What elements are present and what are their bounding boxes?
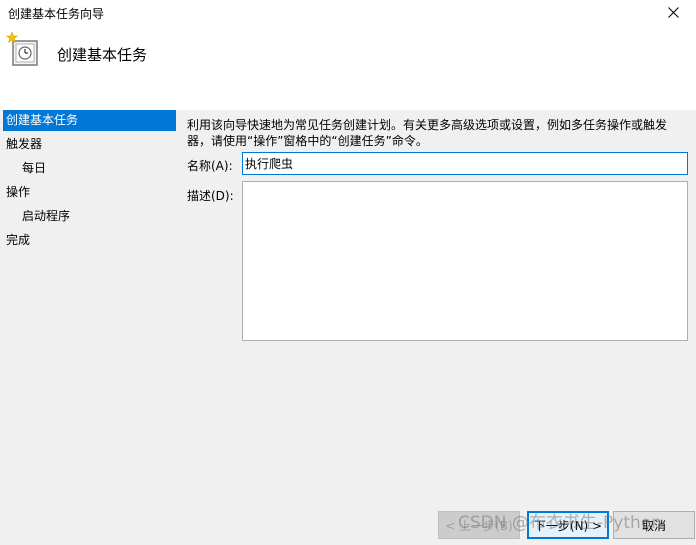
wizard-content-pane: 利用该向导快速地为常见任务创建计划。有关更多高级选项或设置，例如多任务操作或触发… [177,110,696,510]
name-label: 名称(A): [187,159,233,173]
close-icon [667,7,679,18]
wizard-header: 创建基本任务 [0,25,696,110]
wizard-description: 利用该向导快速地为常见任务创建计划。有关更多高级选项或设置，例如多任务操作或触发… [187,118,668,148]
title-bar: 创建基本任务向导 [0,0,696,25]
nav-item-action[interactable]: 操作 [3,182,176,203]
window-title: 创建基本任务向导 [8,7,105,21]
close-button[interactable] [650,0,696,25]
nav-item-trigger[interactable]: 触发器 [3,134,176,155]
back-button[interactable]: < 上一步(B) [438,511,520,539]
cancel-button[interactable]: 取消 [613,511,695,539]
next-button[interactable]: 下一步(N) > [527,511,609,539]
nav-item-daily[interactable]: 每日 [18,158,176,179]
description-field[interactable] [242,181,688,341]
nav-item-start-program[interactable]: 启动程序 [18,206,176,227]
page-title: 创建基本任务 [57,46,148,64]
nav-item-create-basic-task[interactable]: 创建基本任务 [3,110,176,131]
wizard-button-bar: < 上一步(B) 下一步(N) > 取消 [0,505,696,545]
name-field[interactable] [242,152,688,175]
task-scheduler-clock-icon [6,31,38,66]
wizard-steps-pane: 创建基本任务 触发器 每日 操作 启动程序 完成 [0,110,177,543]
nav-item-finish[interactable]: 完成 [3,230,176,251]
description-label: 描述(D): [187,189,234,203]
